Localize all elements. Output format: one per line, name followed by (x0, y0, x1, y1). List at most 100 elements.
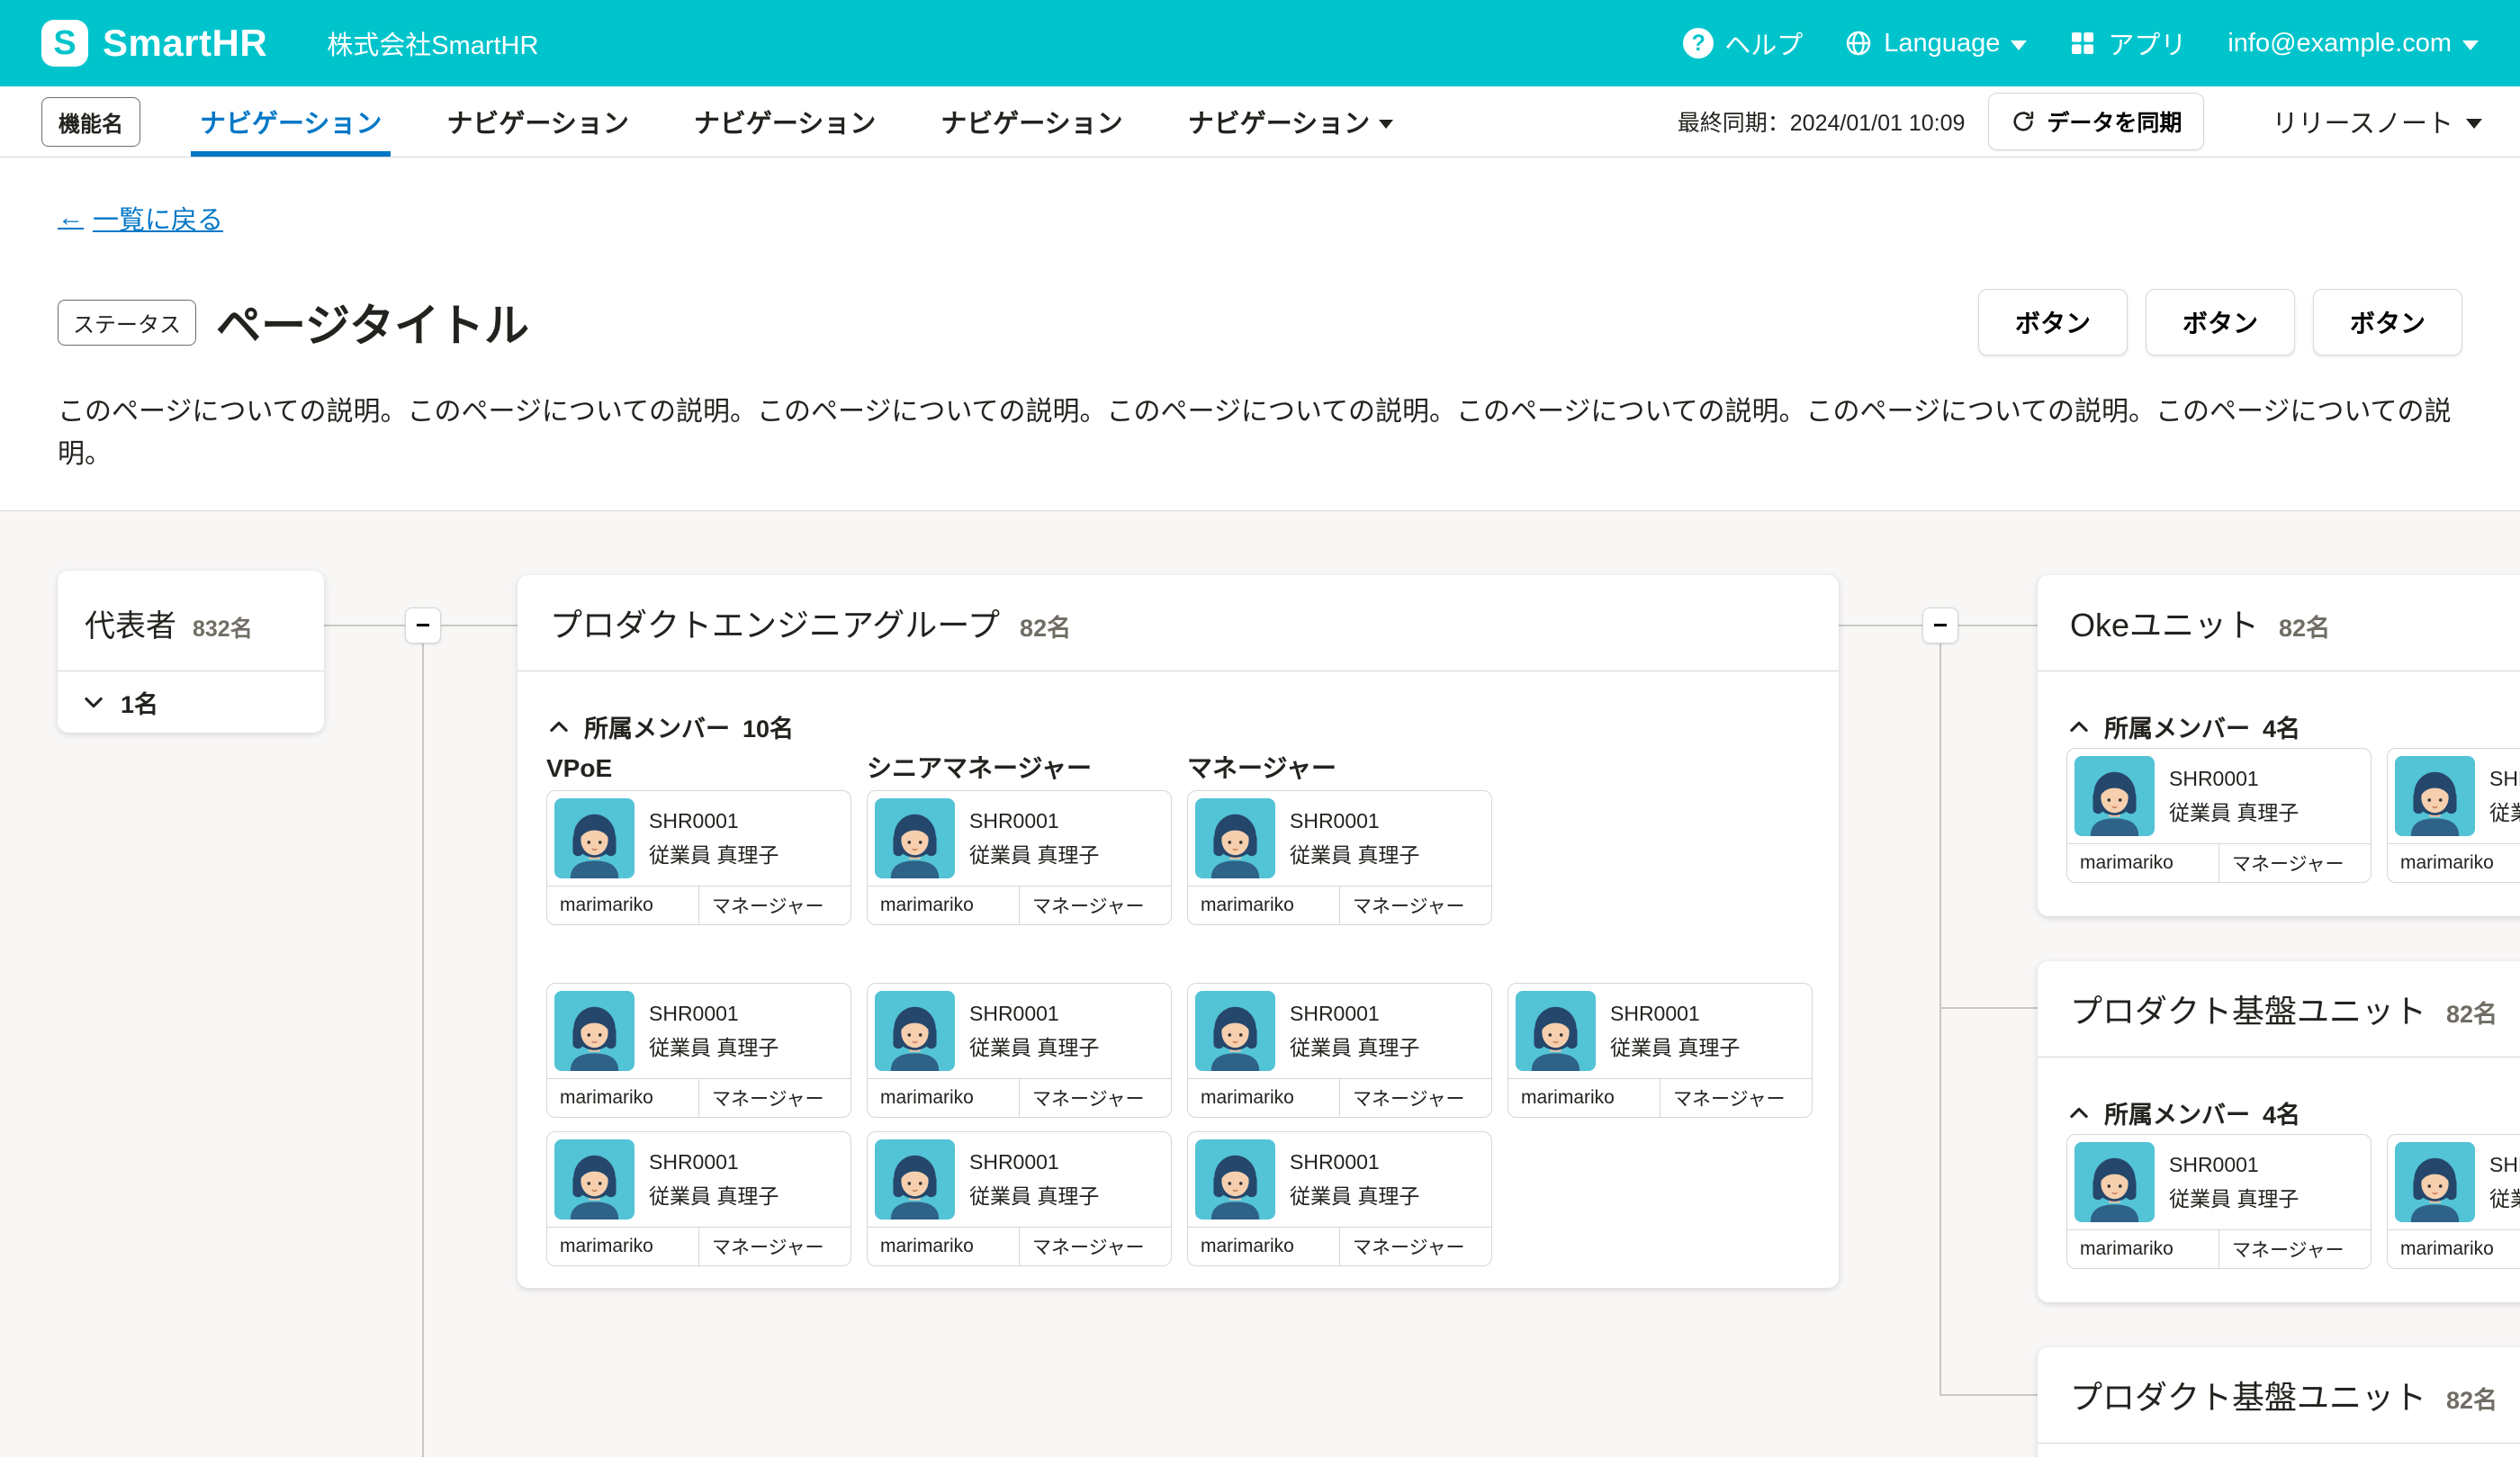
org-root-card[interactable]: 代表者 832名 1名 (58, 571, 324, 733)
group-name: プロダクト基盤ユニット (2070, 986, 2426, 1032)
employee-name: 従業員 真理子 (649, 1030, 778, 1061)
apps-menu[interactable]: アプリ (2068, 24, 2186, 62)
connector-line (422, 644, 424, 1457)
top-bar: S SmartHR 株式会社SmartHR ? ヘルプ Language アプリ (0, 0, 2520, 86)
nav-tab-5[interactable]: ナビゲーション (1179, 86, 1402, 157)
members-toggle[interactable]: 所属メンバー 10名 (546, 709, 794, 744)
employee-role: マネージャー (698, 886, 850, 924)
employee-card[interactable]: SHR0001 従業員 真理子 marimariko マネージャー (546, 790, 851, 925)
app-root: S SmartHR 株式会社SmartHR ? ヘルプ Language アプリ (0, 0, 2520, 1457)
employee-card[interactable]: SHR0001 従業員 真理子 marimariko マネージャー (1187, 1131, 1492, 1266)
connector-line (441, 625, 518, 626)
employee-id: SHR0001 (2489, 767, 2520, 791)
account-menu[interactable]: info@example.com (2228, 29, 2479, 58)
employee-card[interactable]: SHR0001 従業員 真理子 marimariko マネージャー (1508, 983, 1813, 1118)
role-label: マネージャー (1187, 755, 1492, 781)
back-to-list-link[interactable]: ← 一覧に戻る (58, 199, 223, 237)
nav-tab-1[interactable]: ナビゲーション (191, 86, 391, 157)
employee-id: SHR0001 (1610, 1002, 1740, 1026)
employee-card[interactable]: SHR0001 従業員 真理子 marimariko マネージャー (1187, 790, 1492, 925)
org-chart-area: − − 代表者 832名 1名 プロダクトエンジニアグループ 82名 所属メンバ… (0, 511, 2520, 1457)
employee-card-footer: marimariko マネージャー (868, 1078, 1171, 1117)
employee-card-footer: marimariko マネージャー (1188, 1078, 1491, 1117)
employee-username: marimariko (1188, 886, 1339, 924)
sync-data-button[interactable]: データを同期 (1988, 93, 2204, 150)
minus-icon: − (416, 611, 430, 640)
chevron-up-icon (546, 715, 572, 740)
employee-card-footer: marimariko マネージャー (868, 886, 1171, 924)
action-button-1[interactable]: ボタン (1978, 289, 2128, 356)
employee-card[interactable]: SHR0001 従業員 真理子 marimariko マネージャー (867, 983, 1172, 1118)
employee-avatar (1195, 798, 1275, 878)
employee-card[interactable]: SHR0001 従業員 真理子 marimariko マネージャー (867, 1131, 1172, 1266)
employee-role: マネージャー (698, 1079, 850, 1117)
nav-tab-3[interactable]: ナビゲーション (685, 86, 885, 157)
employee-card[interactable]: SHR0001 従業員 真理子 marimariko マネージャー (1187, 983, 1492, 1118)
employee-card-main: SHR0001 従業員 真理子 (547, 791, 850, 886)
release-notes-menu[interactable]: リリースノート (2234, 103, 2520, 140)
page-title: ページタイトル (216, 290, 529, 355)
group-count: 82名 (2446, 994, 2498, 1030)
action-button-2[interactable]: ボタン (2146, 289, 2295, 356)
employee-card-main: SHR0001 従業員 真理子 (1188, 984, 1491, 1078)
action-button-3[interactable]: ボタン (2313, 289, 2462, 356)
member-row: SHR0001 従業員 真理子 marimariko マネージャー (546, 1131, 1810, 1266)
group-body: 所属メンバー 10名 VPoE (518, 671, 1839, 1266)
employee-card[interactable]: SHR0001 従業員 真理子 marimariko マネージャー (2387, 748, 2520, 883)
help-label: ヘルプ (1724, 24, 1803, 62)
employee-role: マネージャー (2218, 844, 2371, 882)
employee-avatar (875, 798, 955, 878)
employee-name: 従業員 真理子 (1610, 1030, 1740, 1061)
members-label: 所属メンバー (2104, 709, 2250, 744)
employee-card[interactable]: SHR0001 従業員 真理子 marimariko マネージャー (867, 790, 1172, 925)
chevron-down-icon (81, 689, 106, 715)
employee-name: 従業員 真理子 (649, 1179, 778, 1210)
connector-line (1940, 644, 1941, 1396)
employee-avatar (2395, 1142, 2475, 1222)
root-expand-toggle[interactable]: 1名 (58, 670, 324, 733)
employee-card[interactable]: SHR0001 従業員 真理子 marimariko マネージャー (2387, 1134, 2520, 1269)
employee-card[interactable]: SHR0001 従業員 真理子 marimariko マネージャー (2066, 1134, 2372, 1269)
nav-tabs: ナビゲーション ナビゲーション ナビゲーション ナビゲーション ナビゲーション (167, 86, 1426, 157)
root-count: 832名 (193, 611, 253, 644)
chevron-down-icon (1379, 120, 1393, 129)
group-header: プロダクトエンジニアグループ 82名 (518, 575, 1839, 671)
nav-tab-2[interactable]: ナビゲーション (437, 86, 637, 157)
employee-role: マネージャー (1019, 1228, 1171, 1265)
employee-card[interactable]: SHR0001 従業員 真理子 marimariko マネージャー (546, 1131, 851, 1266)
help-menu[interactable]: ? ヘルプ (1683, 24, 1803, 62)
members-toggle[interactable]: 所属メンバー 4名 (2066, 1095, 2300, 1130)
group-name: プロダクトエンジニアグループ (550, 599, 1000, 646)
employee-card-main: SHR0001 従業員 真理子 (868, 791, 1171, 886)
brand-name[interactable]: SmartHR (103, 22, 267, 65)
members-toggle[interactable]: 所属メンバー 4名 (2066, 709, 2300, 744)
collapse-button[interactable]: − (405, 608, 441, 644)
nav-tab-4[interactable]: ナビゲーション (932, 86, 1131, 157)
connector-line (1940, 1007, 2038, 1009)
employee-role: マネージャー (1019, 886, 1171, 924)
employee-card-footer: marimariko マネージャー (868, 1227, 1171, 1265)
employee-role: マネージャー (1339, 886, 1491, 924)
employee-name: 従業員 真理子 (649, 838, 778, 868)
employee-id: SHR0001 (2169, 1153, 2299, 1177)
employee-name: 従業員 真理子 (969, 1179, 1099, 1210)
chevron-up-icon (2066, 715, 2092, 740)
group-name: Okeユニット (2070, 599, 2259, 646)
employee-card-main: SHR0001 従業員 真理子 (2388, 749, 2520, 843)
smarthr-logo-icon[interactable]: S (41, 20, 88, 67)
collapse-button[interactable]: − (1922, 608, 1958, 644)
employee-username: marimariko (2067, 1230, 2218, 1268)
employee-card[interactable]: SHR0001 従業員 真理子 marimariko マネージャー (2066, 748, 2372, 883)
employee-role: マネージャー (1660, 1079, 1812, 1117)
language-menu[interactable]: Language (1844, 29, 2027, 58)
role-row: VPoE SHR000 (546, 755, 1810, 925)
status-badge: ステータス (58, 300, 196, 346)
employee-role: マネージャー (1339, 1079, 1491, 1117)
employee-card[interactable]: SHR0001 従業員 真理子 marimariko マネージャー (546, 983, 851, 1118)
members-label: 所属メンバー (584, 709, 730, 744)
chevron-down-icon (2011, 40, 2027, 50)
account-email: info@example.com (2228, 29, 2452, 58)
employee-id: SHR0001 (649, 1002, 778, 1026)
employee-id: SHR0001 (2489, 1153, 2520, 1177)
employee-id: SHR0001 (649, 1150, 778, 1174)
